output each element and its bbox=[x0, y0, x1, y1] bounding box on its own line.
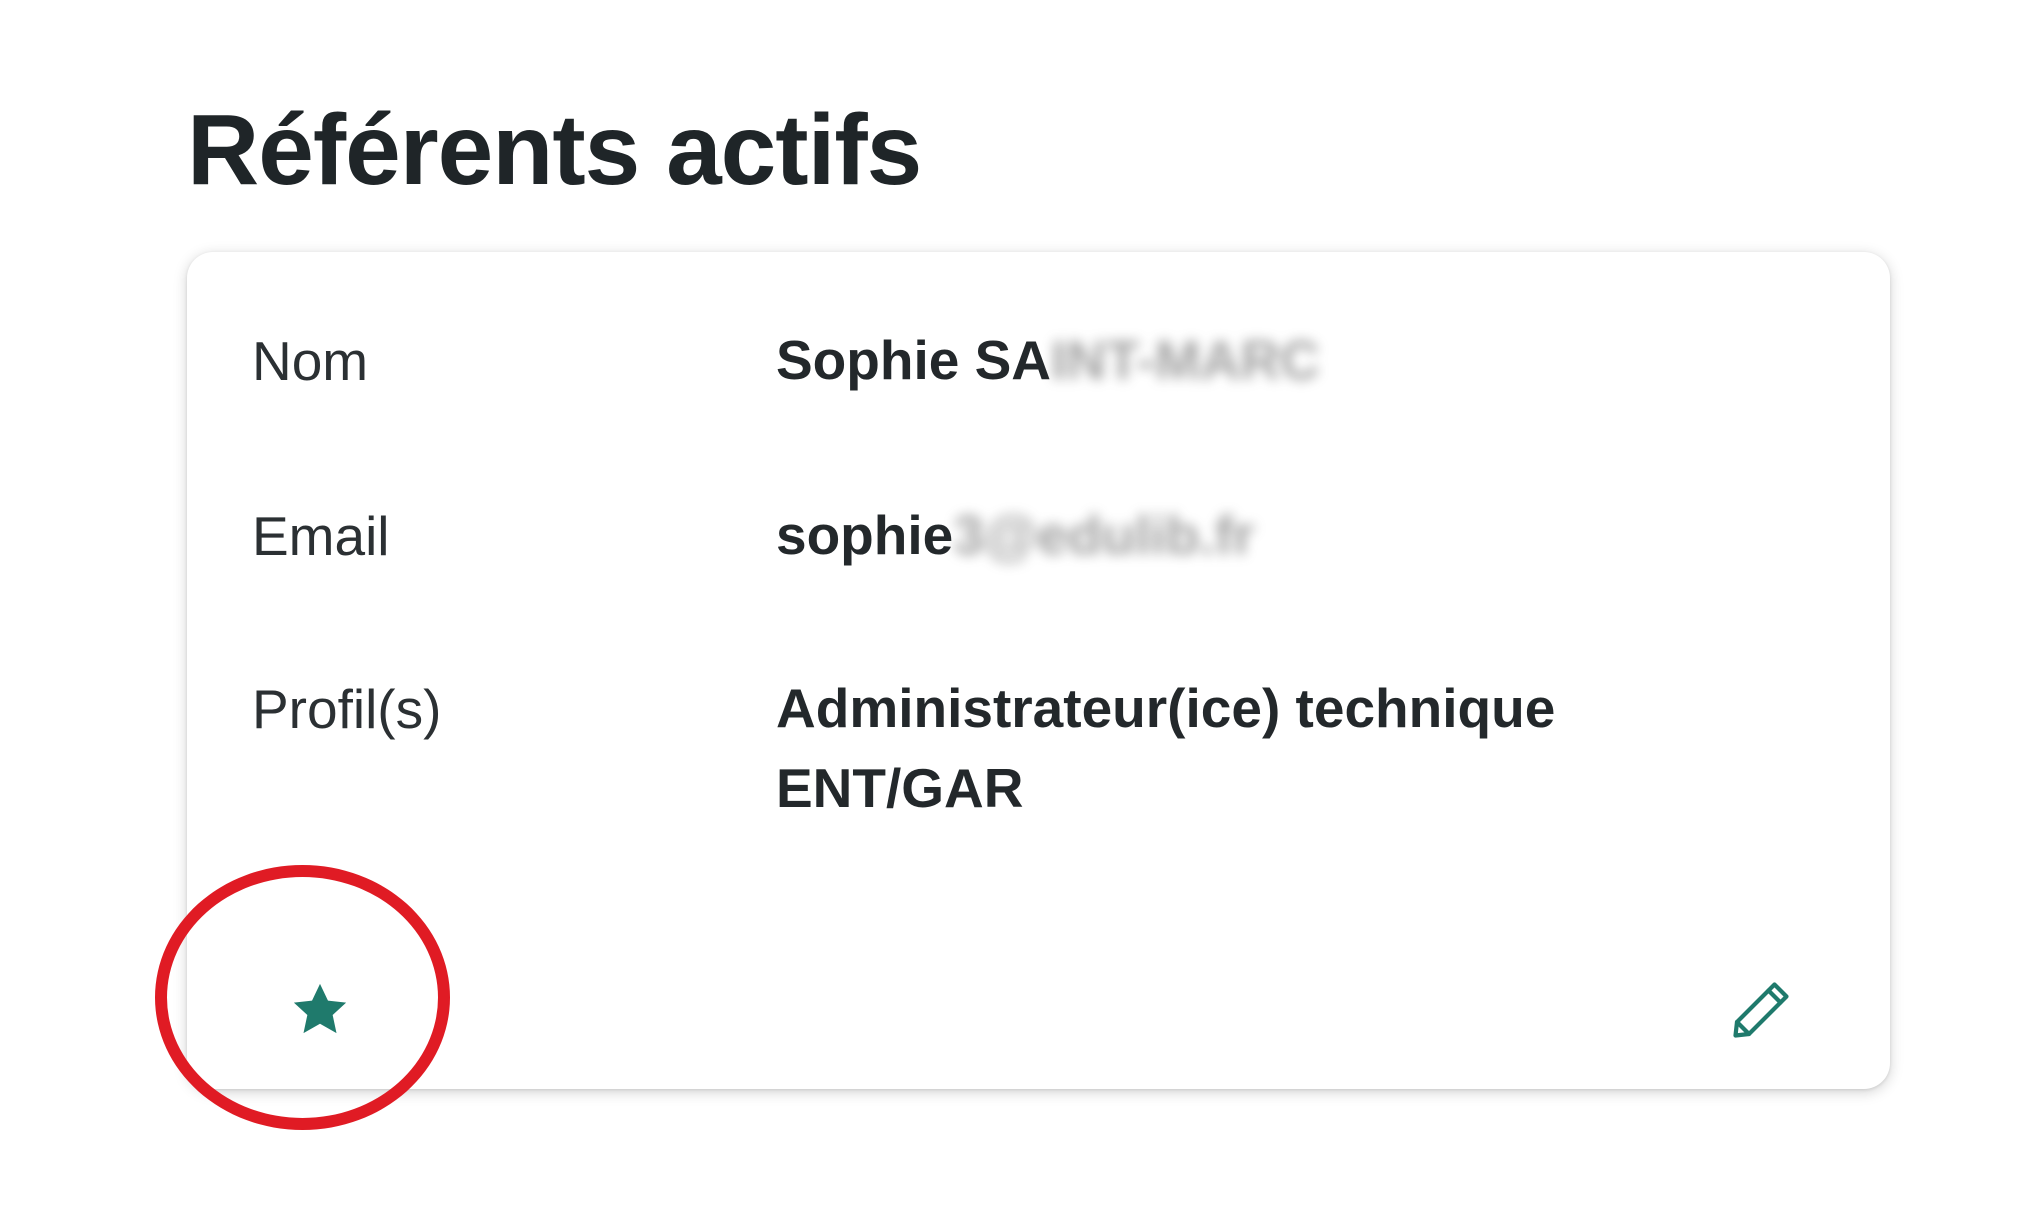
email-value-visible: sophie bbox=[776, 504, 954, 566]
profiles-label: Profil(s) bbox=[252, 678, 442, 740]
email-value: sophie3@edulib.fr bbox=[776, 495, 1254, 575]
profiles-value: Administrateur(ice) technique ENT/GAR bbox=[776, 668, 1555, 828]
pencil-icon[interactable] bbox=[1725, 974, 1797, 1046]
page-title: Référents actifs bbox=[187, 94, 922, 206]
name-value-visible: Sophie SA bbox=[776, 329, 1052, 391]
email-label: Email bbox=[252, 505, 390, 567]
highlight-circle bbox=[155, 865, 450, 1130]
email-value-obscured: 3@edulib.fr bbox=[953, 504, 1255, 566]
profiles-value-line1: Administrateur(ice) technique bbox=[776, 677, 1556, 739]
name-value-obscured: INT-MARC bbox=[1051, 329, 1320, 391]
name-label: Nom bbox=[252, 330, 369, 392]
profiles-value-line2: ENT/GAR bbox=[776, 757, 1024, 819]
name-value: Sophie SAINT-MARC bbox=[776, 320, 1320, 400]
